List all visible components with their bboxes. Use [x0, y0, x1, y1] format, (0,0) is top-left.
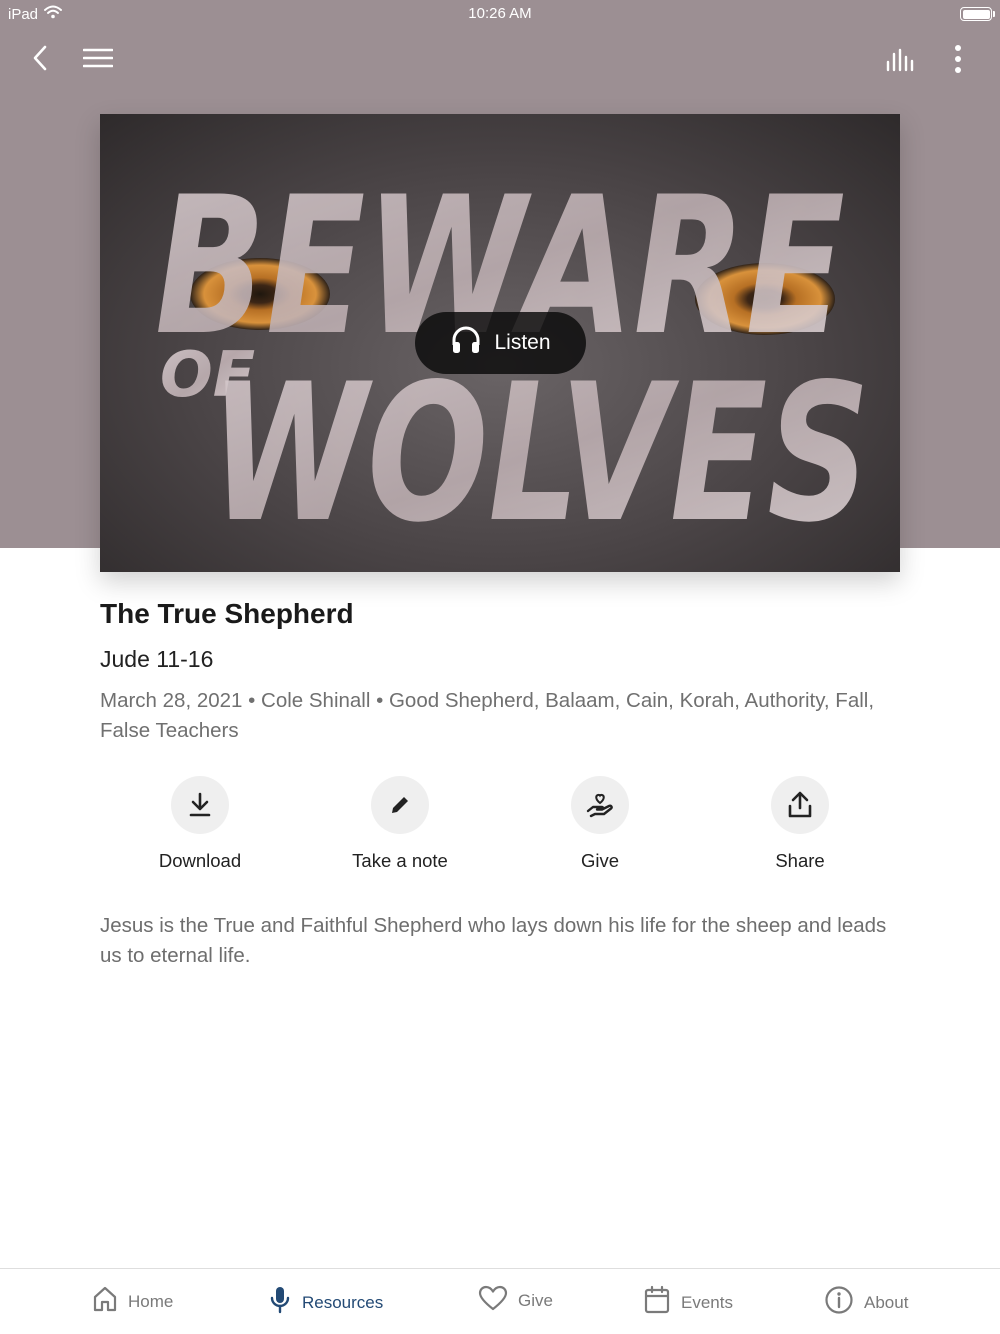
listen-label: Listen	[494, 331, 551, 354]
back-chevron-icon[interactable]	[24, 42, 56, 74]
headphones-icon	[450, 325, 482, 361]
tab-events-label: Events	[681, 1292, 733, 1312]
tab-give[interactable]: Give	[478, 1285, 553, 1316]
tab-about-label: About	[864, 1292, 909, 1312]
audio-bars-icon[interactable]	[882, 44, 920, 76]
share-button[interactable]: Share	[700, 776, 900, 872]
tab-give-label: Give	[518, 1290, 553, 1310]
tab-about[interactable]: About	[824, 1285, 908, 1320]
info-icon	[824, 1285, 854, 1320]
give-action-button[interactable]: Give	[500, 776, 700, 872]
status-bar: iPad 10:26 AM	[0, 0, 1000, 28]
more-vertical-icon[interactable]	[944, 42, 972, 76]
tab-events[interactable]: Events	[643, 1285, 733, 1320]
artwork-title-line3: WOLVES	[210, 343, 870, 564]
sermon-meta: March 28, 2021 • Cole Shinall • Good She…	[100, 689, 875, 742]
heart-icon	[478, 1285, 508, 1316]
share-label: Share	[775, 850, 825, 871]
calendar-icon	[643, 1285, 671, 1320]
microphone-icon	[268, 1285, 292, 1320]
sermon-title: The True Shepherd	[100, 598, 354, 629]
tab-home[interactable]: Home	[92, 1285, 173, 1318]
download-icon	[171, 776, 229, 834]
bottom-tab-bar: Home Resources Give Events About	[0, 1268, 1000, 1334]
sermon-description: Jesus is the True and Faithful Shepherd …	[100, 914, 887, 967]
home-icon	[92, 1285, 118, 1318]
tab-home-label: Home	[128, 1291, 174, 1311]
tab-resources[interactable]: Resources	[268, 1285, 383, 1320]
take-note-button[interactable]: Take a note	[300, 776, 500, 872]
download-button[interactable]: Download	[100, 776, 300, 872]
pencil-icon	[371, 776, 429, 834]
hamburger-menu-icon[interactable]	[80, 42, 116, 74]
share-upload-icon	[771, 776, 829, 834]
status-time: 10:26 AM	[468, 5, 532, 22]
listen-button[interactable]: Listen	[415, 312, 586, 374]
giving-hand-heart-icon	[571, 776, 629, 834]
take-note-label: Take a note	[352, 850, 448, 871]
download-label: Download	[158, 850, 242, 871]
tab-resources-label: Resources	[302, 1292, 384, 1312]
battery-icon	[960, 7, 995, 21]
give-action-label: Give	[580, 850, 620, 871]
sermon-scripture: Jude 11-16	[100, 646, 214, 672]
action-row: Download Take a note Give Share	[100, 776, 900, 872]
